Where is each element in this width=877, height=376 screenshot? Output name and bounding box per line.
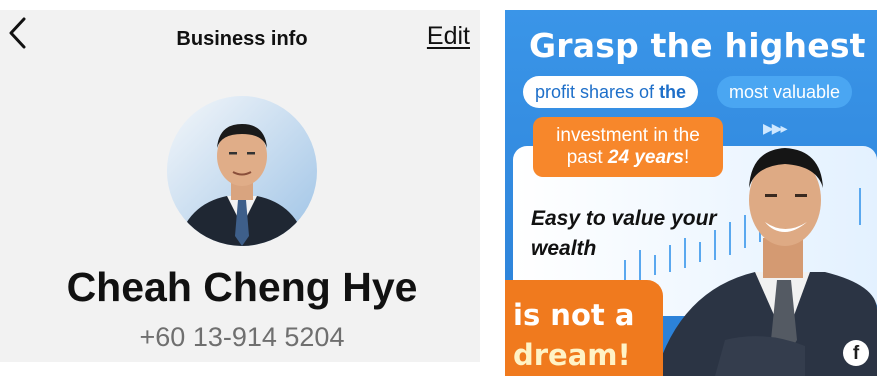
ad-investment-line2-post: ! xyxy=(684,147,690,168)
fast-forward-icon: ▶▶▸ xyxy=(763,120,788,136)
ad-easy-line2: wealth xyxy=(531,237,597,260)
ad-easy-line1: Easy to value your xyxy=(531,207,717,230)
contact-name: Cheah Cheng Hye xyxy=(66,264,418,310)
ad-pill-profit-shares: profit shares of the xyxy=(523,76,699,108)
ad-investment-line2-pre: past xyxy=(566,147,608,168)
avatar-photo xyxy=(167,96,317,246)
ad-dream-line1: is not a xyxy=(513,298,635,332)
ad-pill-text: profit shares of xyxy=(535,82,660,102)
ad-easy-text: Easy to value your wealth xyxy=(531,204,751,264)
contact-phone[interactable]: +60 13-914 5204 xyxy=(0,322,484,353)
avatar[interactable] xyxy=(167,96,317,246)
facebook-glyph: f xyxy=(852,343,860,364)
ad-pill-most-valuable: most valuable xyxy=(717,76,853,108)
ad-image[interactable]: Grasp the highest profit shares of the m… xyxy=(505,10,877,376)
page-title: Business info xyxy=(176,28,308,50)
ad-investment-box: investment in the past 24 years! xyxy=(533,117,723,177)
facebook-icon: f xyxy=(843,340,869,366)
ad-investment-years: 24 years xyxy=(607,147,684,168)
edit-button[interactable]: Edit xyxy=(427,22,470,51)
ad-pill-bold-text: the xyxy=(659,82,687,102)
ad-investment-line2: past 24 years! xyxy=(533,147,723,169)
ad-dream-line2: dream! xyxy=(513,338,631,372)
ad-investment-line1: investment in the xyxy=(556,125,700,146)
business-info-panel: Business info Edit Cheah Cheng Hye +60 1… xyxy=(0,0,484,376)
ad-headline: Grasp the highest xyxy=(529,26,866,65)
